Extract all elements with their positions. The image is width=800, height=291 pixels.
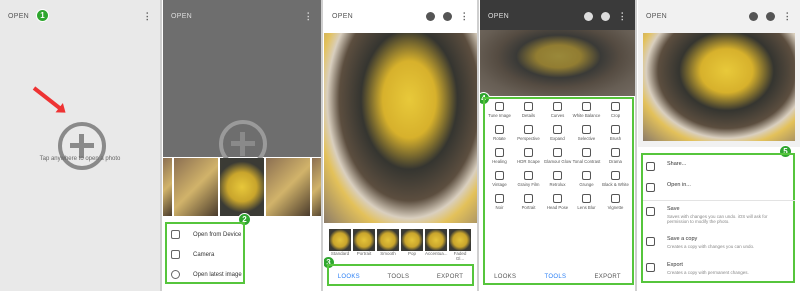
top-bar: OPEN ⋮ bbox=[0, 0, 160, 32]
open-in-item[interactable]: Open in... bbox=[646, 182, 691, 192]
more-menu-icon[interactable]: ⋮ bbox=[304, 11, 313, 22]
export-icon bbox=[646, 263, 655, 272]
tool-drama[interactable]: Drama bbox=[601, 147, 630, 165]
tab-tools[interactable]: TOOLS bbox=[388, 274, 410, 280]
open-in-icon bbox=[646, 183, 655, 192]
look-standard[interactable]: Standard bbox=[329, 229, 351, 261]
tab-export[interactable]: EXPORT bbox=[437, 274, 463, 280]
tool-brush[interactable]: Brush bbox=[601, 124, 630, 142]
photo-thumb[interactable] bbox=[266, 158, 310, 216]
tool-expand[interactable]: Expand bbox=[543, 124, 572, 142]
tool-vignette[interactable]: Vignette bbox=[601, 193, 630, 211]
tool-selective[interactable]: Selective bbox=[572, 124, 601, 142]
panel-open-empty: OPEN ⋮ 1 Tap anywhere to open a photo bbox=[0, 0, 162, 291]
menu-item-label: Open from Device bbox=[193, 231, 242, 238]
export-item[interactable]: Export Creates a copy with permanent chan… bbox=[646, 262, 787, 275]
look-portrait[interactable]: Portrait bbox=[353, 229, 375, 261]
tool-vintage[interactable]: Vintage bbox=[485, 170, 514, 188]
add-photo-icon[interactable] bbox=[58, 122, 106, 170]
open-from-device-item[interactable]: Open from Device bbox=[171, 230, 241, 239]
photo-thumb[interactable] bbox=[312, 158, 321, 216]
open-button[interactable]: OPEN bbox=[332, 13, 426, 20]
recent-photos-strip bbox=[163, 158, 321, 216]
top-bar: OPEN ⋮ bbox=[638, 0, 800, 32]
tab-tools[interactable]: TOOLS bbox=[545, 274, 567, 280]
tool-grainy-film[interactable]: Grainy Film bbox=[514, 170, 543, 188]
tool-perspective[interactable]: Perspective bbox=[514, 124, 543, 142]
tool-portrait[interactable]: Portrait bbox=[514, 193, 543, 211]
open-button[interactable]: OPEN bbox=[171, 13, 304, 20]
tab-looks[interactable]: LOOKS bbox=[338, 274, 360, 280]
top-bar: OPEN ⋮ bbox=[480, 0, 635, 32]
tool-crop[interactable]: Crop bbox=[601, 102, 630, 119]
tool-rotate[interactable]: Rotate bbox=[485, 124, 514, 142]
open-button[interactable]: OPEN bbox=[488, 13, 584, 20]
info-icon[interactable] bbox=[442, 11, 452, 21]
menu-item-label: Open latest image bbox=[193, 271, 242, 278]
tool-lens-blur[interactable]: Lens Blur bbox=[572, 193, 601, 211]
tool-tonal-contrast[interactable]: Tonal Contrast bbox=[572, 147, 601, 165]
camera-icon bbox=[171, 250, 180, 259]
open-button[interactable]: OPEN bbox=[8, 13, 143, 20]
top-bar: OPEN ⋮ bbox=[163, 0, 321, 32]
copy-icon bbox=[646, 237, 655, 246]
photo-thumb[interactable] bbox=[163, 158, 172, 216]
save-copy-item[interactable]: Save a copy Creates a copy with changes y… bbox=[646, 236, 787, 249]
tab-looks[interactable]: LOOKS bbox=[494, 274, 516, 280]
info-icon[interactable] bbox=[600, 11, 610, 21]
history-icon[interactable] bbox=[583, 11, 593, 21]
tool-head-pose[interactable]: Head Pose bbox=[543, 193, 572, 211]
tool-noir[interactable]: Noir bbox=[485, 193, 514, 211]
tool-hdr-scape[interactable]: HDR Scape bbox=[514, 147, 543, 165]
step-badge: 1 bbox=[36, 9, 49, 22]
tool-healing[interactable]: Healing bbox=[485, 147, 514, 165]
tools-grid: Tune Image Details Curves White Balance … bbox=[485, 102, 630, 211]
panel-export: OPEN ⋮ 5 Share... Open in... Save Saves w… bbox=[638, 0, 800, 291]
top-bar: OPEN ⋮ bbox=[324, 0, 477, 32]
looks-strip: Standard Portrait Smooth Pop Accentua...… bbox=[329, 229, 471, 261]
tool-curves[interactable]: Curves bbox=[543, 102, 572, 119]
bottom-tabs: LOOKS TOOLS EXPORT bbox=[480, 270, 635, 284]
tool-tune-image[interactable]: Tune Image bbox=[485, 102, 514, 119]
phone-icon bbox=[171, 230, 180, 239]
tool-retrolux[interactable]: Retrolux bbox=[543, 170, 572, 188]
look-accentuate[interactable]: Accentua... bbox=[425, 229, 448, 261]
photo-preview bbox=[324, 33, 477, 223]
more-menu-icon[interactable]: ⋮ bbox=[783, 11, 792, 22]
look-smooth[interactable]: Smooth bbox=[377, 229, 399, 261]
more-menu-icon[interactable]: ⋮ bbox=[460, 11, 469, 22]
panel-tools: OPEN ⋮ 4 Tune Image Details Curves White… bbox=[480, 0, 637, 291]
open-button[interactable]: OPEN bbox=[646, 13, 749, 20]
tap-hint: Tap anywhere to open a photo bbox=[39, 156, 121, 162]
clock-icon bbox=[171, 270, 180, 279]
share-item[interactable]: Share... bbox=[646, 161, 686, 171]
share-icon bbox=[646, 162, 655, 171]
tool-black-white[interactable]: Black & White bbox=[601, 170, 630, 188]
look-pop[interactable]: Pop bbox=[401, 229, 423, 261]
panel-open-menu: OPEN ⋮ 2 Open from Device Camera Open la… bbox=[163, 0, 323, 291]
history-icon[interactable] bbox=[425, 11, 435, 21]
save-item[interactable]: Save Saves with changes you can undo. iOS… bbox=[646, 206, 787, 225]
info-icon[interactable] bbox=[765, 11, 775, 21]
tool-details[interactable]: Details bbox=[514, 102, 543, 119]
camera-item[interactable]: Camera bbox=[171, 250, 214, 259]
menu-item-label: Camera bbox=[193, 251, 215, 258]
panel-looks: OPEN ⋮ Standard Portrait Smooth Pop Acce… bbox=[324, 0, 479, 291]
red-arrow-icon bbox=[32, 86, 64, 112]
tab-export[interactable]: EXPORT bbox=[595, 274, 621, 280]
more-menu-icon[interactable]: ⋮ bbox=[143, 11, 152, 22]
open-latest-image-item[interactable]: Open latest image bbox=[171, 270, 242, 279]
tool-glamour-glow[interactable]: Glamour Glow bbox=[543, 147, 572, 165]
photo-thumb[interactable] bbox=[174, 158, 218, 216]
bottom-tabs: LOOKS TOOLS EXPORT bbox=[324, 268, 477, 286]
look-faded-glow[interactable]: Faded Gl... bbox=[449, 229, 471, 261]
more-menu-icon[interactable]: ⋮ bbox=[618, 11, 627, 22]
divider bbox=[643, 200, 795, 201]
tool-grunge[interactable]: Grunge bbox=[572, 170, 601, 188]
photo-thumb[interactable] bbox=[220, 158, 264, 216]
save-icon bbox=[646, 207, 655, 216]
history-icon[interactable] bbox=[748, 11, 758, 21]
tool-white-balance[interactable]: White Balance bbox=[572, 102, 601, 119]
